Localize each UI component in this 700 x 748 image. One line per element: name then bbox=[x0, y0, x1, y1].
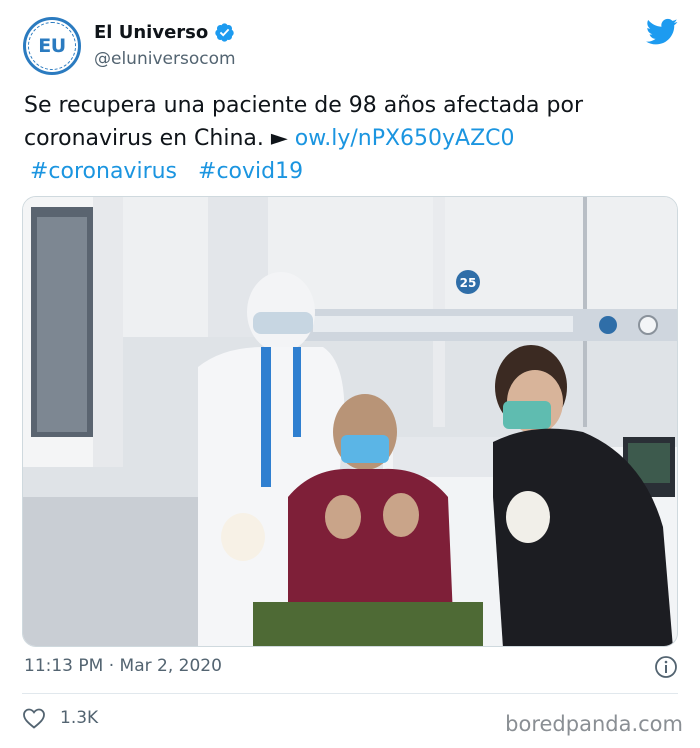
avatar-logo-text: EU bbox=[38, 35, 66, 57]
hashtag-coronavirus[interactable]: #coronavirus bbox=[30, 159, 177, 184]
avatar[interactable]: EU bbox=[23, 17, 81, 75]
twitter-bird-icon[interactable] bbox=[646, 18, 678, 46]
user-handle[interactable]: @eluniversocom bbox=[94, 49, 236, 69]
heart-icon[interactable] bbox=[22, 707, 46, 729]
name-row: El Universo bbox=[94, 22, 235, 43]
hashtag-list: #coronavirus #covid19 bbox=[30, 159, 317, 184]
hashtag-covid19[interactable]: #covid19 bbox=[198, 159, 303, 184]
tweet-timestamp[interactable]: 11:13 PM · Mar 2, 2020 bbox=[24, 656, 222, 676]
tweet-photo[interactable]: 25 bbox=[22, 196, 678, 647]
divider bbox=[22, 693, 678, 694]
tweet-card: EU El Universo @eluniversocom Se recuper… bbox=[0, 0, 700, 748]
photo-illustration: 25 bbox=[23, 197, 677, 646]
like-count: 1.3K bbox=[60, 708, 99, 728]
tweet-body: Se recupera una paciente de 98 años afec… bbox=[24, 89, 674, 188]
info-icon[interactable] bbox=[654, 655, 678, 679]
watermark: boredpanda.com bbox=[505, 712, 683, 736]
display-name[interactable]: El Universo bbox=[94, 22, 208, 43]
verified-badge-icon bbox=[215, 23, 234, 42]
avatar-ring: EU bbox=[28, 22, 76, 70]
tweet-meta: 11:13 PM · Mar 2, 2020 bbox=[24, 655, 678, 681]
tweet-link[interactable]: ow.ly/nPX650yAZC0 bbox=[295, 126, 515, 151]
like-action[interactable]: 1.3K bbox=[22, 707, 98, 729]
room-number: 25 bbox=[460, 276, 477, 290]
